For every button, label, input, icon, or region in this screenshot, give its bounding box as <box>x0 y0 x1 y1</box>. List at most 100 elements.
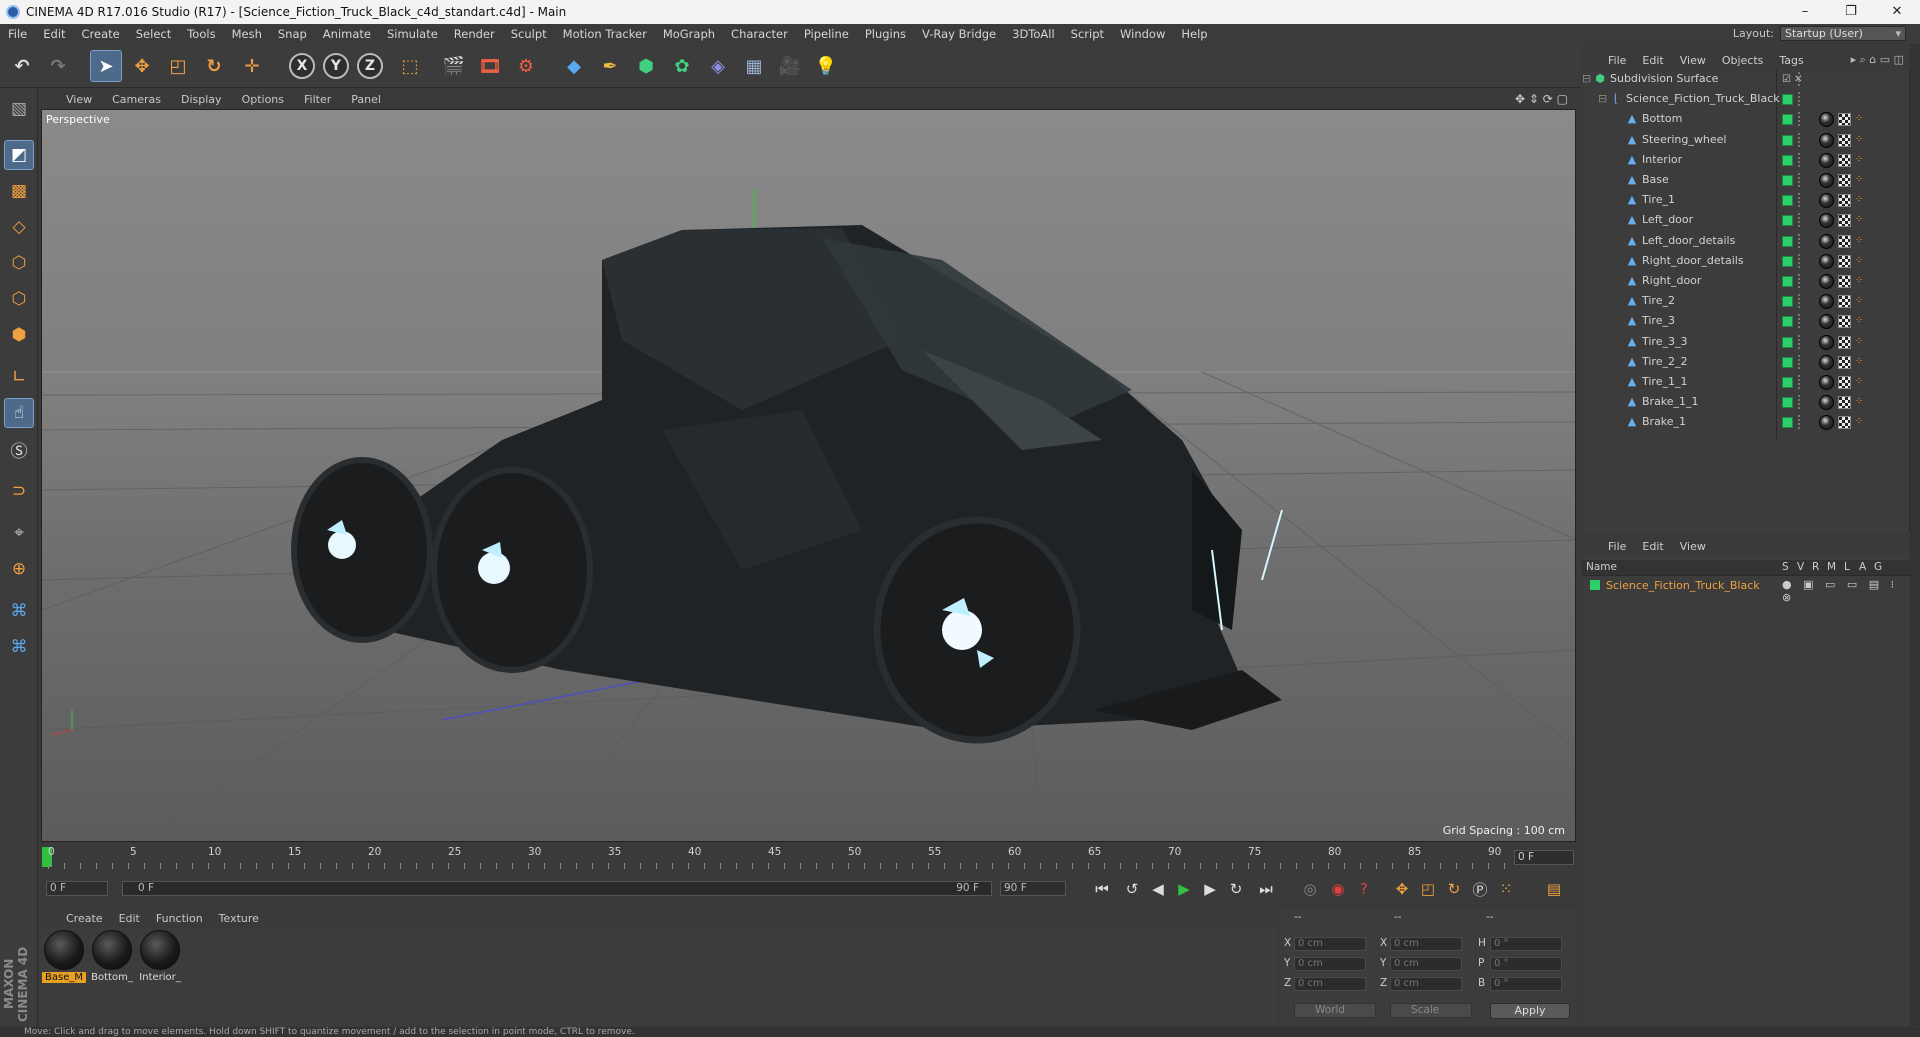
viewport-navigation-icons[interactable]: ✥ ⇕ ⟳ ▢ <box>1515 92 1568 106</box>
render-settings-icon[interactable]: ⚙ <box>510 50 542 82</box>
layer-color-swatch[interactable] <box>1782 336 1793 348</box>
minimize-button[interactable]: – <box>1782 0 1828 24</box>
layer-color-swatch[interactable] <box>1782 316 1793 328</box>
column-generators[interactable]: G <box>1874 561 1882 573</box>
material-tag-icon[interactable] <box>1819 132 1834 148</box>
next-frame-icon[interactable]: ▶ <box>1198 877 1222 901</box>
position-y-field[interactable]: 0 cm <box>1294 957 1366 971</box>
rotation-h-field[interactable]: 0 ° <box>1490 937 1562 951</box>
selection-tag-icon[interactable]: ⁘ <box>1855 417 1865 427</box>
menu-window[interactable]: Window <box>1112 24 1173 44</box>
column-animation[interactable]: A <box>1859 561 1866 573</box>
coordinate-space-dropdown[interactable]: World <box>1294 1003 1376 1018</box>
visibility-dots[interactable] <box>1798 72 1802 86</box>
layer-color-swatch[interactable] <box>1782 356 1793 368</box>
goto-end-icon[interactable]: ⏭ <box>1254 877 1278 901</box>
menu-mesh[interactable]: Mesh <box>224 24 270 44</box>
object-row[interactable]: ▲ Left_door ⁘ <box>1582 211 1910 231</box>
goto-start-icon[interactable]: ⏮ <box>1090 877 1114 901</box>
layer-color-swatch[interactable] <box>1782 397 1793 409</box>
timeline-ruler[interactable]: 0 5 10 15 20 25 30 35 40 45 50 55 60 65 … <box>40 845 1576 870</box>
menu-tools[interactable]: Tools <box>179 24 223 44</box>
layer-menu-edit[interactable]: Edit <box>1634 540 1671 553</box>
coordinate-system-icon[interactable]: ⬚ <box>394 50 426 82</box>
column-solo[interactable]: S <box>1782 561 1789 573</box>
menu-edit[interactable]: Edit <box>35 24 73 44</box>
selection-tag-icon[interactable]: ⁘ <box>1855 175 1865 185</box>
object-row[interactable]: ▲ Tire_2 ⁘ <box>1582 292 1910 312</box>
material-tag-icon[interactable] <box>1819 213 1834 229</box>
object-menu-view[interactable]: View <box>1672 54 1714 67</box>
material-tag-icon[interactable] <box>1819 375 1834 390</box>
object-row[interactable]: ▲ Right_door ⁘ <box>1582 272 1910 292</box>
object-row[interactable]: ▲ Interior ⁘ <box>1582 151 1910 171</box>
uvw-tag-icon[interactable] <box>1838 234 1851 248</box>
selection-tag-icon[interactable]: ⁘ <box>1855 154 1865 165</box>
menu-create[interactable]: Create <box>74 24 128 44</box>
uvw-tag-icon[interactable] <box>1838 113 1851 127</box>
light-icon[interactable]: 💡 <box>810 50 842 82</box>
visibility-dots[interactable] <box>1798 334 1802 349</box>
size-y-field[interactable]: 0 cm <box>1390 957 1462 971</box>
material-tag-icon[interactable] <box>1819 294 1834 310</box>
menu-script[interactable]: Script <box>1063 24 1112 44</box>
uvw-tag-icon[interactable] <box>1838 214 1851 228</box>
column-render[interactable]: R <box>1812 561 1819 573</box>
layer-color-swatch[interactable] <box>1782 134 1793 146</box>
visibility-dots[interactable] <box>1798 314 1802 329</box>
visibility-dots[interactable] <box>1798 152 1802 167</box>
size-z-field[interactable]: 0 cm <box>1390 977 1462 991</box>
object-row[interactable]: ▲ Brake_1_1 ⁘ <box>1582 393 1910 413</box>
selection-tag-icon[interactable]: ⁘ <box>1855 356 1865 367</box>
play-icon[interactable]: ▶ <box>1172 877 1196 901</box>
layer-color-swatch[interactable] <box>1782 94 1793 106</box>
uvw-tag-icon[interactable] <box>1838 133 1851 147</box>
timeline-window-icon[interactable]: ▤ <box>1542 877 1566 901</box>
material-tag-icon[interactable] <box>1819 354 1834 370</box>
column-manager[interactable]: M <box>1827 561 1836 573</box>
python-console-icon[interactable]: ⌘ <box>4 632 34 662</box>
selection-tag-icon[interactable]: ⁘ <box>1855 134 1865 145</box>
layer-row[interactable]: Science_Fiction_Truck_Black ● ▣ ▭ ▭ ▤ ⁝ … <box>1582 577 1910 604</box>
position-z-field[interactable]: 0 cm <box>1294 977 1366 991</box>
column-name[interactable]: Name <box>1586 561 1617 573</box>
menu-animate[interactable]: Animate <box>315 24 379 44</box>
model-mode-icon[interactable]: ◩ <box>4 140 34 170</box>
material-tag-icon[interactable] <box>1819 193 1834 209</box>
material-tag-icon[interactable] <box>1819 173 1834 188</box>
coordinate-mode-dropdown[interactable]: Scale <box>1390 1003 1472 1018</box>
menu-motion-tracker[interactable]: Motion Tracker <box>555 24 655 44</box>
menu-simulate[interactable]: Simulate <box>379 24 446 44</box>
material-tag-icon[interactable] <box>1819 152 1834 168</box>
uvw-tag-icon[interactable] <box>1838 254 1851 268</box>
layer-color-swatch[interactable] <box>1782 255 1793 267</box>
column-locked[interactable]: L <box>1844 561 1850 573</box>
menu-render[interactable]: Render <box>446 24 503 44</box>
live-selection-icon[interactable]: ✛ <box>236 50 268 82</box>
record-active-objects-icon[interactable]: ◉ <box>1326 877 1350 901</box>
restore-button[interactable]: ❐ <box>1828 0 1874 24</box>
menu-pipeline[interactable]: Pipeline <box>796 24 857 44</box>
selection-tag-icon[interactable]: ⁘ <box>1855 276 1865 286</box>
object-row[interactable]: ▲ Bottom ⁘ <box>1582 110 1910 130</box>
object-row[interactable]: ▲ Tire_2_2 ⁘ <box>1582 353 1910 373</box>
rotation-p-field[interactable]: 0 ° <box>1490 957 1562 971</box>
render-picture-viewer-icon[interactable]: 🎞 <box>474 50 506 82</box>
expand-toggle-icon[interactable]: ⊟ <box>1582 72 1591 85</box>
object-menu-objects[interactable]: Objects <box>1714 54 1772 67</box>
layer-color-swatch[interactable] <box>1782 417 1793 429</box>
uvw-tag-icon[interactable] <box>1838 335 1851 349</box>
selection-tag-icon[interactable]: ⁘ <box>1855 235 1865 246</box>
object-row[interactable]: ▲ Tire_1 ⁘ <box>1582 191 1910 211</box>
menu-mograph[interactable]: MoGraph <box>655 24 723 44</box>
snap-icon[interactable]: ⊃ <box>4 476 34 506</box>
apply-button[interactable]: Apply <box>1490 1003 1570 1019</box>
visibility-dots[interactable] <box>1798 375 1802 389</box>
key-position-icon[interactable]: ✥ <box>1390 877 1414 901</box>
uvw-tag-icon[interactable] <box>1838 275 1851 288</box>
material-tag-icon[interactable] <box>1819 334 1834 350</box>
object-row[interactable]: ▲ Steering_wheel ⁘ <box>1582 131 1910 151</box>
viewport-menu-options[interactable]: Options <box>232 93 294 106</box>
key-scale-icon[interactable]: ◰ <box>1416 877 1440 901</box>
layer-color-swatch[interactable] <box>1782 276 1793 287</box>
